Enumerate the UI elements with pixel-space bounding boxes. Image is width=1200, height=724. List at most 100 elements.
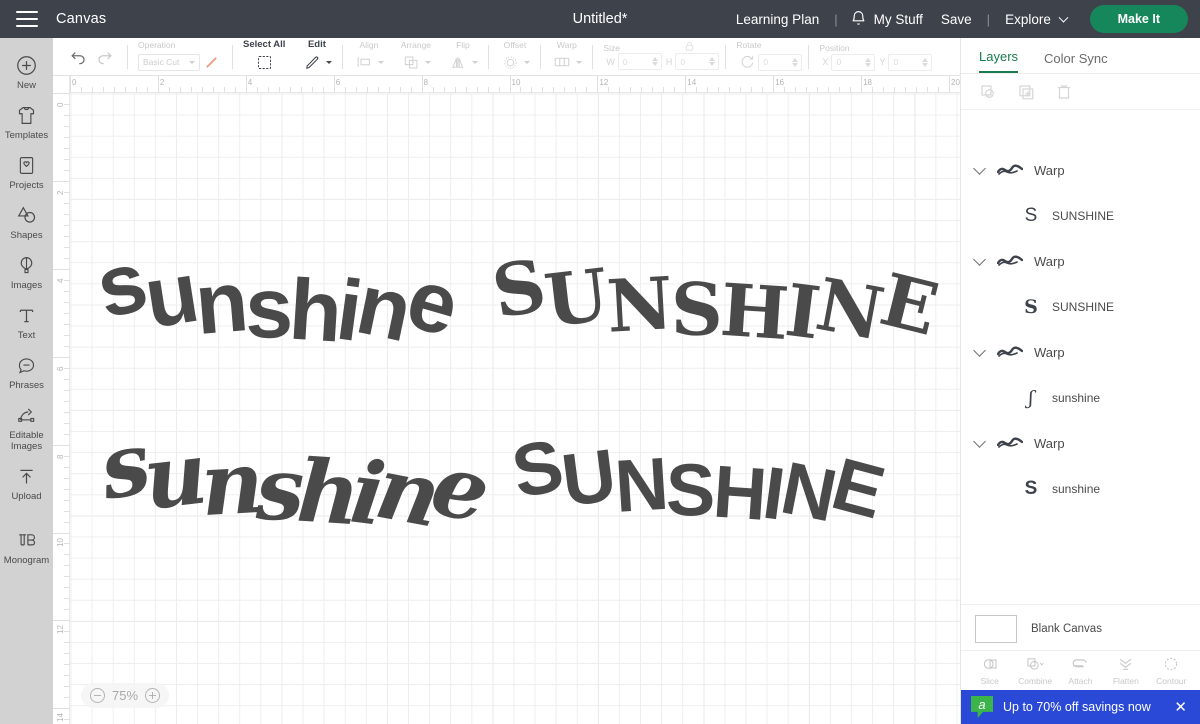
canvas-artwork-1[interactable]: sunshine [88, 233, 467, 360]
redo-button[interactable] [91, 44, 117, 70]
position-x-stepper[interactable] [865, 57, 872, 67]
layer-group-warp[interactable]: Warp [961, 147, 1200, 193]
learning-plan-link[interactable]: Learning Plan [727, 12, 828, 27]
undo-button[interactable] [65, 44, 91, 70]
size-w-stepper[interactable] [651, 57, 658, 66]
ruler-h-tick: 10 [511, 78, 521, 87]
contour-button[interactable]: Contour [1149, 656, 1193, 686]
flatten-label: Flatten [1112, 675, 1139, 686]
hamburger-menu-icon[interactable] [16, 11, 38, 27]
promo-text: Up to 70% off savings now [1003, 700, 1151, 714]
size-h-stepper[interactable] [709, 57, 716, 66]
sidebar-item-shapes[interactable]: Shapes [0, 196, 53, 246]
arrange-button[interactable] [400, 51, 422, 73]
canvas-color-swatch[interactable] [975, 614, 1017, 643]
sidebar-item-templates[interactable]: Templates [0, 96, 53, 146]
ruler-v-subtick [64, 334, 70, 336]
contour-label: Contour [1156, 675, 1187, 686]
ruler-h-subtick [190, 87, 192, 93]
chevron-down-icon[interactable] [576, 60, 583, 64]
chevron-down-icon[interactable] [973, 343, 986, 357]
ruler-v-subtick [64, 136, 70, 138]
chevron-down-icon[interactable] [973, 161, 986, 175]
warp-button[interactable] [551, 51, 573, 73]
layer-child-text[interactable]: S SUNSHINE [961, 284, 1200, 329]
rotate-icon[interactable] [736, 51, 758, 73]
lock-icon[interactable] [684, 39, 695, 57]
layer-child-text[interactable]: ʃ sunshine [961, 375, 1200, 420]
slice-button[interactable]: Slice [968, 656, 1012, 686]
blank-canvas-row[interactable]: Blank Canvas [961, 604, 1200, 652]
sidebar-item-phrases[interactable]: Phrases [0, 346, 53, 396]
canvas-artwork-2[interactable]: SUNSHINE [486, 242, 946, 356]
toolbar-divider [127, 44, 128, 69]
sidebar-item-text[interactable]: Text [0, 296, 53, 346]
flip-button[interactable] [447, 51, 469, 73]
sidebar-item-images[interactable]: Images [0, 246, 53, 296]
layer-child-text[interactable]: S SUNSHINE [961, 193, 1200, 238]
tab-layers[interactable]: Layers [979, 49, 1019, 73]
chevron-down-icon[interactable] [425, 60, 432, 64]
ruler-h-subtick [839, 87, 841, 93]
contour-icon [1163, 656, 1179, 673]
duplicate-icon[interactable] [1017, 83, 1035, 101]
chevron-down-icon[interactable] [973, 434, 986, 448]
sidebar-label-editable-images: Editable Images [9, 430, 44, 452]
hot-air-balloon-icon [0, 253, 53, 277]
chevron-down-icon[interactable] [378, 60, 385, 64]
rotate-stepper[interactable] [792, 57, 799, 67]
canvas-artwork-4[interactable]: SUNSHINE [506, 423, 893, 537]
chevron-down-icon[interactable] [326, 60, 333, 64]
combine-button[interactable]: Combine [1013, 656, 1057, 686]
sidebar-item-upload[interactable]: Upload [0, 457, 53, 507]
ruler-v-subtick [64, 290, 70, 292]
align-button[interactable] [353, 51, 375, 73]
layer-group-warp[interactable]: Warp [961, 420, 1200, 466]
layer-child-text[interactable]: Ssunshine [961, 466, 1200, 511]
close-icon[interactable]: ✕ [1171, 698, 1190, 716]
sidebar-item-editable-images[interactable]: Editable Images [0, 396, 53, 457]
ruler-h-subtick [399, 87, 401, 93]
position-y-value: 0 [893, 57, 899, 67]
layer-group-warp[interactable]: Warp [961, 238, 1200, 284]
position-y-stepper[interactable] [922, 57, 929, 67]
zoom-out-icon[interactable] [90, 688, 105, 703]
chevron-down-icon [189, 60, 195, 64]
ruler-v-subtick [64, 114, 70, 116]
ruler-h-subtick [894, 87, 896, 93]
group-icon[interactable] [979, 83, 997, 101]
chevron-down-icon[interactable] [472, 60, 479, 64]
make-it-button[interactable]: Make It [1089, 5, 1188, 33]
ruler-h-subtick [256, 87, 258, 93]
zoom-in-icon[interactable] [145, 688, 161, 703]
layers-list[interactable]: Warp S SUNSHINE Warp S SUNSHINE Warp ʃ sunshine W… [961, 147, 1200, 614]
save-button[interactable]: Save [932, 12, 981, 27]
chevron-down-icon[interactable] [524, 60, 531, 64]
attach-button[interactable]: Attach [1058, 656, 1102, 686]
sidebar-item-new[interactable]: New [0, 46, 53, 96]
delete-icon[interactable] [1055, 83, 1073, 101]
edit-button[interactable] [301, 51, 323, 73]
zoom-control[interactable]: 75% [81, 683, 170, 708]
promo-banner[interactable]: a Up to 70% off savings now ✕ [961, 690, 1200, 724]
flatten-button[interactable]: Flatten [1104, 656, 1148, 686]
ruler-h-subtick [564, 87, 566, 93]
layer-group-warp[interactable]: Warp [961, 329, 1200, 375]
my-stuff-link[interactable]: My Stuff [871, 12, 932, 27]
ruler-v-subtick [64, 488, 70, 490]
sidebar-label-projects: Projects [9, 180, 44, 191]
explore-dropdown[interactable]: Explore [996, 12, 1076, 27]
tab-color-sync[interactable]: Color Sync [1044, 51, 1108, 73]
ruler-v-subtick [64, 466, 70, 468]
notifications-bell-icon[interactable] [844, 9, 871, 30]
design-canvas[interactable]: sunshine SUNSHINE sunshine SUNSHINE 0 2 4 6… [53, 76, 960, 724]
operation-select[interactable]: Basic Cut [138, 53, 200, 71]
canvas-artwork-3[interactable]: sunshine [93, 413, 494, 547]
chevron-down-icon[interactable] [973, 252, 986, 266]
operation-color-swatch[interactable] [200, 51, 222, 73]
select-all-button[interactable] [253, 51, 275, 73]
ruler-h-subtick [938, 87, 939, 93]
offset-button[interactable] [499, 51, 521, 73]
sidebar-item-projects[interactable]: Projects [0, 146, 53, 196]
sidebar-item-monogram[interactable]: Monogram [0, 521, 53, 571]
